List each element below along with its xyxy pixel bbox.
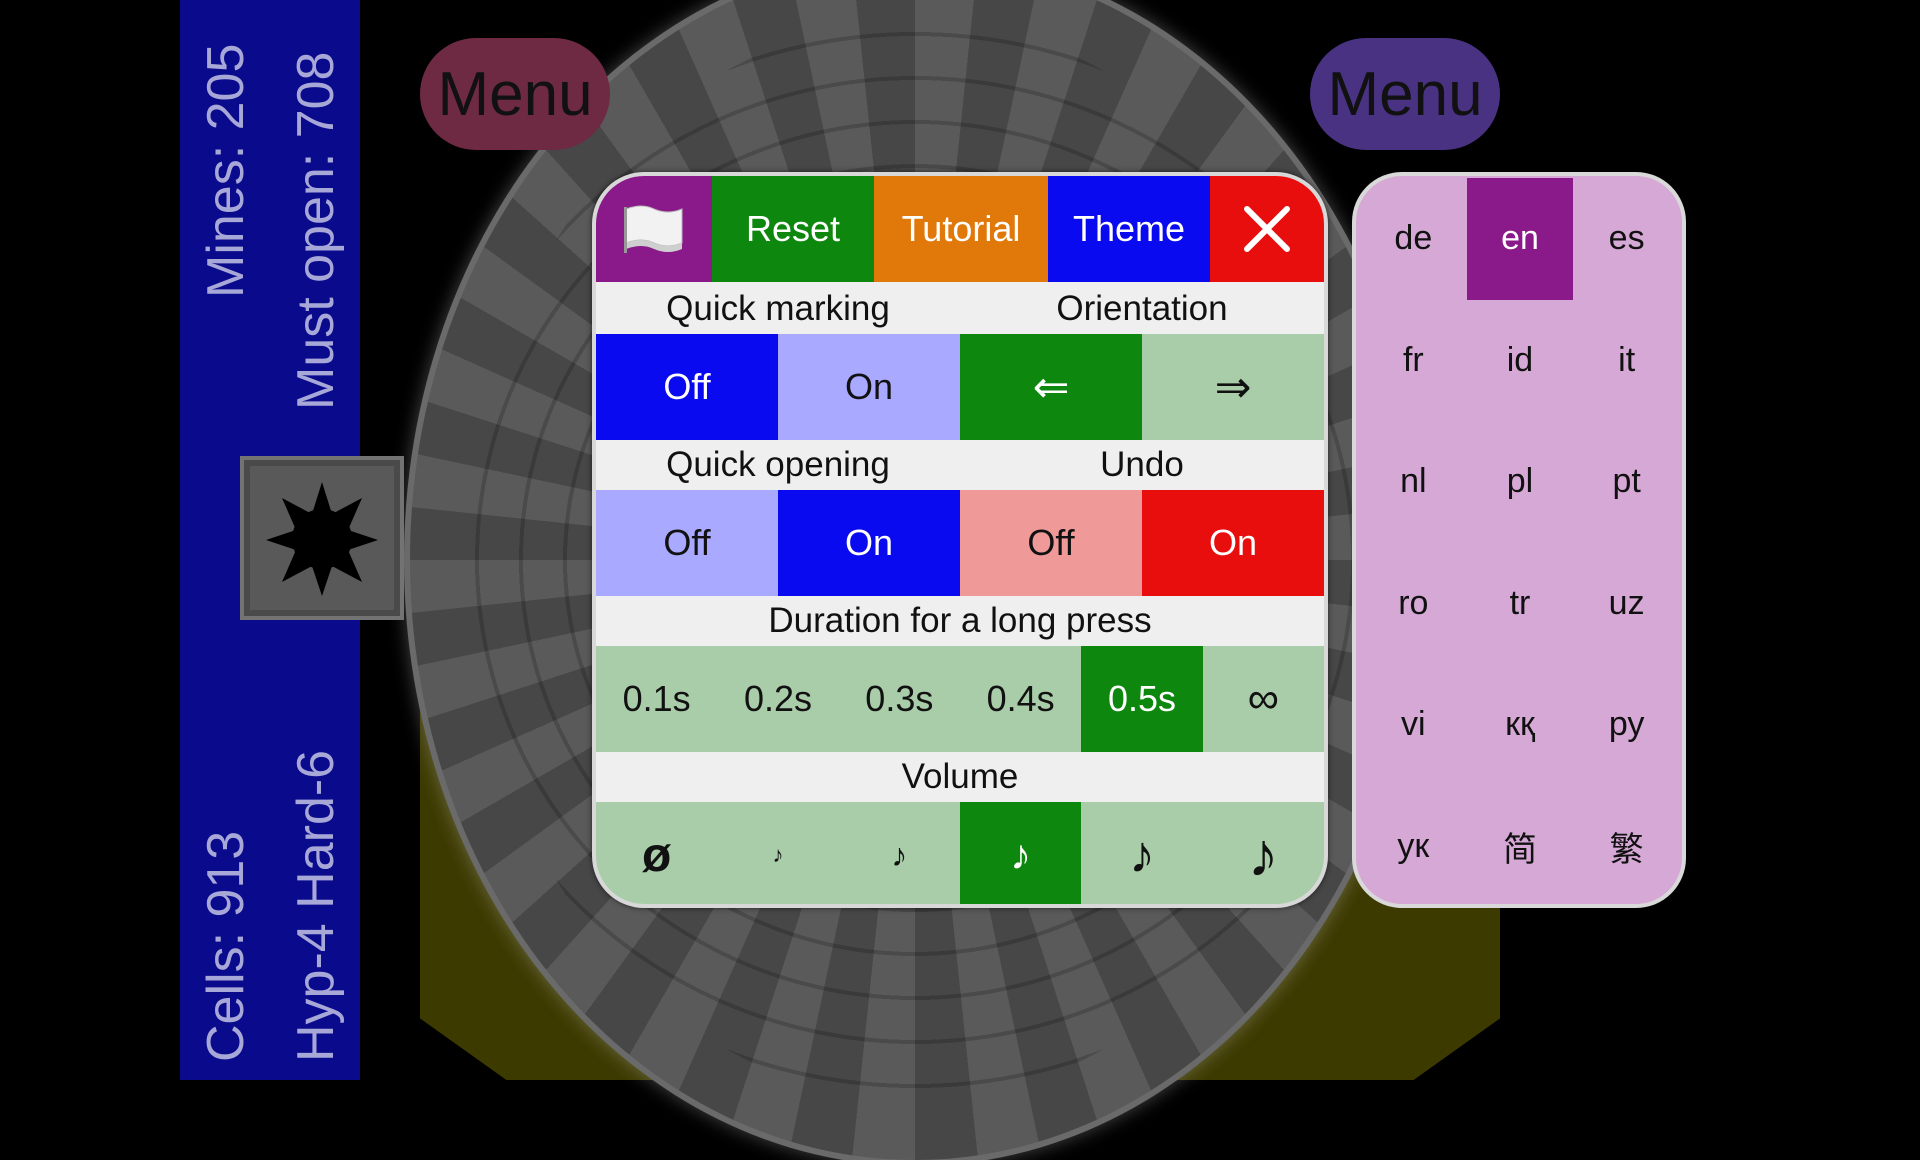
- quick-opening-off[interactable]: Off: [596, 490, 778, 596]
- volume-level-button[interactable]: ♪: [1081, 802, 1203, 904]
- theme-button[interactable]: Theme: [1048, 176, 1210, 282]
- long-press-option[interactable]: 0.4s: [959, 646, 1082, 752]
- language-grid: de en es fr id it nl pl pt ro tr uz vi кқ ру ук 简繁: [1360, 178, 1680, 904]
- flag-button[interactable]: [596, 176, 712, 282]
- settings-toolbar: Reset Tutorial Theme: [596, 176, 1324, 282]
- mine-mode-button[interactable]: [240, 456, 404, 620]
- mines-count: Mines: 205: [197, 43, 255, 298]
- flag-icon: [624, 205, 683, 253]
- language-option-en[interactable]: en: [1466, 178, 1574, 300]
- long-press-option[interactable]: 0.2s: [717, 646, 839, 752]
- language-option-nl[interactable]: nl: [1360, 421, 1467, 543]
- music-note-icon: ♪: [891, 836, 908, 873]
- language-option-id[interactable]: id: [1467, 300, 1574, 422]
- undo-on[interactable]: On: [1142, 490, 1324, 596]
- orientation-left[interactable]: ⇐: [960, 334, 1142, 440]
- language-option-简[interactable]: 简: [1467, 786, 1574, 905]
- language-option-it[interactable]: it: [1573, 300, 1680, 422]
- language-option-繁[interactable]: 繁: [1573, 786, 1680, 905]
- orientation-right[interactable]: ⇒: [1142, 334, 1324, 440]
- music-note-icon: ♪: [1010, 831, 1032, 878]
- language-panel: de en es fr id it nl pl pt ro tr uz vi кқ ру ук 简繁: [1352, 172, 1686, 908]
- language-option-vi[interactable]: vi: [1360, 664, 1467, 786]
- music-note-icon: ♪: [1247, 820, 1279, 890]
- language-option-кқ[interactable]: кқ: [1467, 664, 1574, 786]
- close-icon: [1244, 206, 1290, 252]
- language-option-ук[interactable]: ук: [1360, 786, 1467, 905]
- quick-marking-off[interactable]: Off: [596, 334, 778, 440]
- long-press-option[interactable]: ∞: [1202, 646, 1324, 752]
- volume-label: Volume: [901, 757, 1019, 796]
- settings-panel: Reset Tutorial Theme Quick marking Orien…: [592, 172, 1328, 908]
- quick-marking-orientation-row: Off On ⇐ ⇒: [596, 334, 1324, 440]
- long-press-option[interactable]: 0.3s: [838, 646, 960, 752]
- language-option-de[interactable]: de: [1360, 178, 1467, 300]
- language-option-ro[interactable]: ro: [1360, 543, 1467, 665]
- long-press-option[interactable]: 0.5s: [1081, 646, 1203, 752]
- language-option-uz[interactable]: uz: [1573, 543, 1680, 665]
- must-open-count: Must open: 708: [287, 51, 345, 410]
- volume-level-button[interactable]: ♪: [959, 802, 1082, 904]
- close-button[interactable]: [1210, 176, 1324, 282]
- quick-marking-on[interactable]: On: [778, 334, 960, 440]
- language-option-pt[interactable]: pt: [1573, 421, 1680, 543]
- menu-button-left[interactable]: Menu: [420, 38, 610, 150]
- long-press-label: Duration for a long press: [768, 601, 1152, 640]
- volume-mute-button[interactable]: ø: [596, 802, 718, 904]
- undo-label: Undo: [1100, 445, 1184, 484]
- mine-icon: [266, 482, 378, 596]
- language-option-ру[interactable]: ру: [1573, 664, 1680, 786]
- quick-opening-on[interactable]: On: [778, 490, 960, 596]
- language-option-es[interactable]: es: [1573, 178, 1680, 300]
- volume-level-button[interactable]: ♪: [838, 802, 960, 904]
- quick-marking-label: Quick marking: [666, 289, 890, 328]
- long-press-row: 0.1s 0.2s 0.3s 0.4s 0.5s ∞: [596, 646, 1324, 752]
- music-note-icon: ♪: [1128, 826, 1155, 884]
- volume-row: ø ♪ ♪ ♪ ♪ ♪: [596, 802, 1324, 904]
- language-option-pl[interactable]: pl: [1467, 421, 1574, 543]
- language-option-tr[interactable]: tr: [1467, 543, 1574, 665]
- undo-off[interactable]: Off: [960, 490, 1142, 596]
- cells-count: Cells: 913: [197, 830, 255, 1062]
- orientation-label: Orientation: [1056, 289, 1228, 328]
- volume-level-button[interactable]: ♪: [1202, 802, 1324, 904]
- quick-opening-undo-row: Off On Off On: [596, 490, 1324, 596]
- reset-button[interactable]: Reset: [712, 176, 874, 282]
- menu-button-right[interactable]: Menu: [1310, 38, 1500, 150]
- long-press-option[interactable]: 0.1s: [596, 646, 718, 752]
- music-note-icon: ♪: [772, 842, 784, 867]
- language-option-fr[interactable]: fr: [1360, 300, 1467, 422]
- level-name: Hyp-4 Hard-6: [287, 749, 345, 1062]
- tutorial-button[interactable]: Tutorial: [874, 176, 1048, 282]
- volume-level-button[interactable]: ♪: [717, 802, 839, 904]
- quick-opening-label: Quick opening: [666, 445, 890, 484]
